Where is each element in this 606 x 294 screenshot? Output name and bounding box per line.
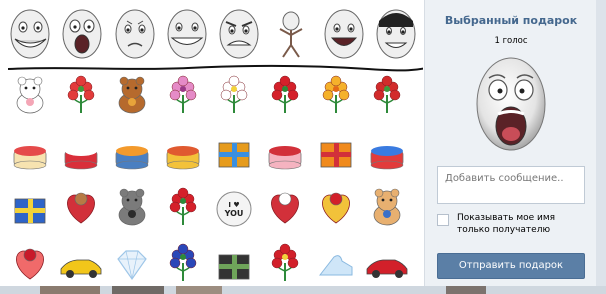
message-placeholder: Добавить сообщение.. [445, 173, 564, 184]
teddy-bear-heart-icon[interactable] [57, 180, 105, 236]
message-input[interactable]: Добавить сообщение.. [437, 166, 585, 204]
panda-heart-icon[interactable] [261, 180, 309, 236]
white-kitten-icon[interactable] [6, 68, 54, 124]
omg-face-icon [471, 54, 551, 154]
rage-face-icon[interactable] [215, 6, 263, 62]
svg-text:YOU: YOU [224, 209, 244, 218]
ruby-heart-icon[interactable] [6, 236, 54, 286]
orange-gift-box-icon[interactable] [312, 124, 360, 180]
grin-face-icon[interactable] [163, 6, 211, 62]
yellow-sports-car-icon[interactable] [57, 236, 105, 286]
gift-box-icon[interactable] [210, 124, 258, 180]
gift-dialog: I ♥ YOU Выбранный подарок 1 голос Добави… [0, 0, 606, 294]
gift-grid: I ♥ YOU [6, 68, 420, 286]
meme-face-row [6, 6, 420, 62]
yellow-cake-icon[interactable] [159, 124, 207, 180]
omg-face-icon[interactable] [58, 6, 106, 62]
votes-count: 1 голос [494, 36, 528, 46]
yao-ming-icon[interactable] [372, 6, 420, 62]
bottom-photo-strip [0, 286, 606, 294]
blue-flowers-icon[interactable] [159, 236, 207, 286]
happy-face-icon[interactable] [320, 6, 368, 62]
blue-book-icon[interactable] [6, 180, 54, 236]
page-edge [596, 0, 606, 286]
photo-thumb[interactable] [176, 286, 222, 294]
trollface-icon[interactable] [6, 6, 54, 62]
fruit-cake-icon[interactable] [6, 124, 54, 180]
rose-bouquet-icon[interactable] [159, 180, 207, 236]
diamond-icon[interactable] [108, 236, 156, 286]
daisy-bouquet-icon[interactable] [210, 68, 258, 124]
photo-thumb[interactable] [112, 286, 164, 294]
hamster-icon[interactable] [363, 180, 411, 236]
lily-icon[interactable] [312, 68, 360, 124]
i-love-you-badge-icon[interactable]: I ♥ YOU [210, 180, 258, 236]
selected-gift-panel: Выбранный подарок 1 голос Добавить сообщ… [424, 0, 596, 286]
strawberry-cake-icon[interactable] [261, 124, 309, 180]
red-bouquet-icon[interactable] [363, 68, 411, 124]
rainbow-cake-icon[interactable] [363, 124, 411, 180]
red-cake-icon[interactable] [57, 124, 105, 180]
heart-key-icon[interactable] [312, 180, 360, 236]
vk-birthday-cake-icon[interactable] [108, 124, 156, 180]
red-sports-car-icon[interactable] [363, 236, 411, 286]
flower-bouquet-icon[interactable] [57, 68, 105, 124]
pink-orchid-icon[interactable] [159, 68, 207, 124]
photo-thumb[interactable] [40, 286, 100, 294]
ring-box-icon[interactable] [261, 236, 309, 286]
money-case-icon[interactable] [210, 236, 258, 286]
photo-thumb[interactable] [446, 286, 486, 294]
svg-text:I ♥: I ♥ [228, 201, 239, 209]
private-name-option[interactable]: Показывать мое имя только получателю [437, 212, 589, 242]
teddy-bear-flowers-icon[interactable] [108, 68, 156, 124]
private-name-label: Показывать мое имя только получателю [457, 213, 556, 235]
forever-alone-icon[interactable] [267, 6, 315, 62]
sad-face-icon[interactable] [111, 6, 159, 62]
selected-gift-title: Выбранный подарок [444, 14, 578, 27]
red-rose-icon[interactable] [261, 68, 309, 124]
glass-slipper-icon[interactable] [312, 236, 360, 286]
send-gift-button[interactable]: Отправить подарок [437, 253, 585, 279]
raccoon-icon[interactable] [108, 180, 156, 236]
private-name-checkbox[interactable] [437, 214, 449, 226]
gift-catalog: I ♥ YOU [0, 0, 423, 286]
